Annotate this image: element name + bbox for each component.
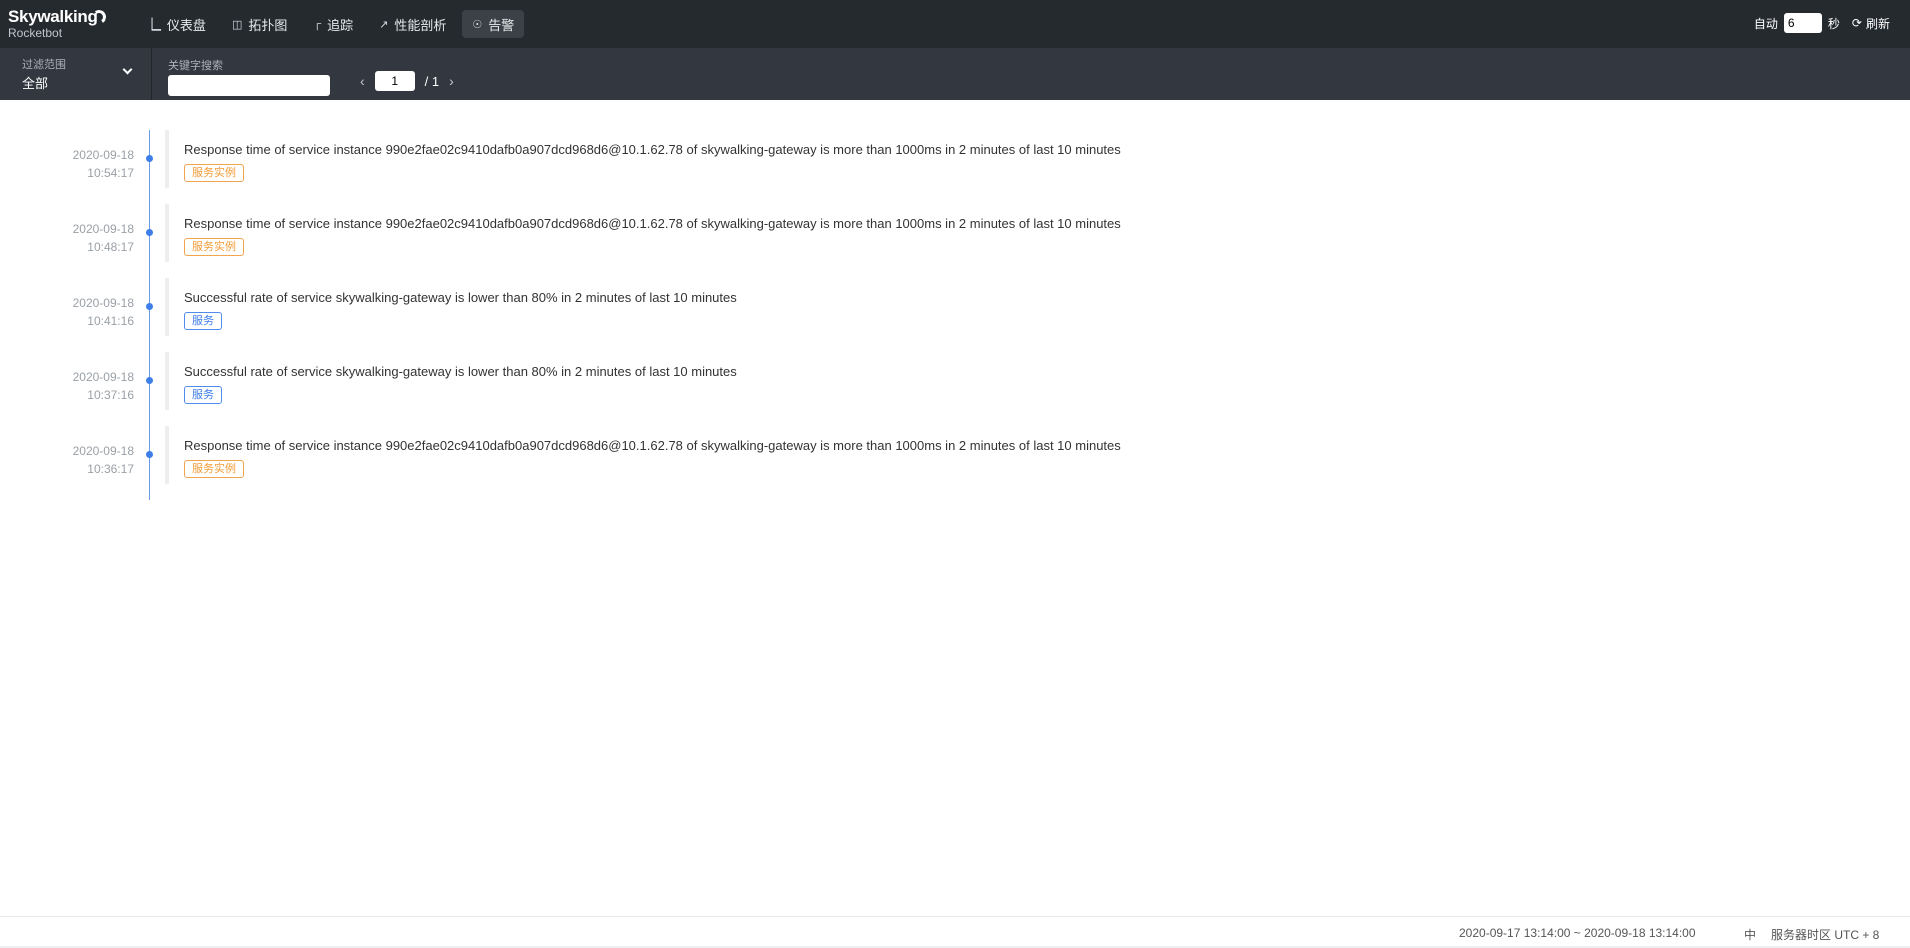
nav-item-label: 追踪 [327,17,354,33]
nav-item-alarm[interactable]: ☉ 告警 [462,10,525,38]
keyword-search-input[interactable] [168,75,330,96]
alarm-timestamp: 2020-09-18 10:41:16 [44,294,134,330]
timeline-dot [146,451,153,458]
scope-value: 全部 [22,76,49,91]
alarm-message: Successful rate of service skywalking-ga… [184,364,737,379]
alarm-message: Successful rate of service skywalking-ga… [184,290,737,305]
alarm-item[interactable]: 2020-09-18 10:37:16 Successful rate of s… [0,352,1910,412]
alarm-side-bar [165,130,169,188]
alarm-timestamp: 2020-09-18 10:37:16 [44,368,134,404]
alarm-side-bar [165,352,169,410]
alarm-date: 2020-09-18 [72,148,134,162]
alarm-date: 2020-09-18 [72,444,134,458]
pagination: ‹ / 1 › [360,71,454,91]
nav-item-dashboard[interactable]: ▕▁ 仪表盘 [134,10,216,38]
topology-icon: ◫ [231,18,243,31]
alarm-side-bar [165,426,169,484]
timeline-dot [146,229,153,236]
alarm-side-bar [165,278,169,336]
alarm-scope-tag: 服务 [184,312,222,330]
alarm-item[interactable]: 2020-09-18 10:48:17 Response time of ser… [0,204,1910,264]
top-navigation-bar: Skywalking Rocketbot ▕▁ 仪表盘 ◫ 拓扑图 ┌ 追踪 ↗… [0,0,1910,48]
footer: 2020-09-17 13:14:00 ~ 2020-09-18 13:14:0… [0,916,1910,948]
nav-item-label: 拓扑图 [248,17,288,33]
alarm-timestamp: 2020-09-18 10:54:17 [44,146,134,182]
nav-item-trace[interactable]: ┌ 追踪 [303,10,363,38]
refresh-button[interactable]: ⟳ 刷新 [1852,15,1890,32]
timeline-dot [146,155,153,162]
chevron-left-icon[interactable]: ‹ [360,73,365,89]
nav-item-label: 性能剖析 [394,17,447,33]
logo-brand: Skywalking [8,7,98,26]
alarm-side-bar [165,204,169,262]
nav-item-label: 仪表盘 [166,17,206,33]
logo-subtitle: Rocketbot [8,26,63,40]
language-toggle[interactable]: 中 [1744,926,1756,943]
filter-bar: 过滤范围 全部 关键字搜索 [0,48,1910,100]
nav-item-profile[interactable]: ↗ 性能剖析 [369,10,456,38]
chevron-right-icon[interactable]: › [449,73,454,89]
logo[interactable]: Skywalking Rocketbot [8,7,108,40]
alarm-scope-tag: 服务实例 [184,164,244,182]
alarm-item[interactable]: 2020-09-18 10:54:17 Response time of ser… [0,130,1910,190]
auto-refresh-label[interactable]: 自动 [1754,15,1778,32]
alarm-timestamp: 2020-09-18 10:48:17 [44,220,134,256]
profile-icon: ↗ [379,18,389,31]
refresh-label: 刷新 [1865,16,1890,31]
refresh-interval-unit: 秒 [1827,16,1840,31]
alarm-scope-tag: 服务实例 [184,238,244,256]
alarm-item[interactable]: 2020-09-18 10:36:17 Response time of ser… [0,426,1910,486]
alarm-icon: ☉ [472,18,483,31]
refresh-icon: ⟳ [1851,16,1862,30]
alarm-time: 10:48:17 [87,240,134,254]
alarm-time: 10:54:17 [87,166,134,180]
alarm-time: 10:41:16 [87,314,134,328]
alarm-timestamp: 2020-09-18 10:36:17 [44,442,134,478]
page-total: / 1 [424,73,440,89]
auto-refresh: 自动 秒 ⟳ 刷新 [1754,13,1890,33]
scope-select[interactable]: 过滤范围 全部 [0,48,152,100]
main-nav: ▕▁ 仪表盘 ◫ 拓扑图 ┌ 追踪 ↗ 性能剖析 ☉ 告警 [134,10,525,38]
nav-item-topology[interactable]: ◫ 拓扑图 [222,10,297,38]
nav-item-label: 告警 [488,17,515,33]
refresh-interval-input[interactable] [1783,13,1822,33]
timeline-dot [146,377,153,384]
alarm-scope-tag: 服务 [184,386,222,404]
dashboard-icon: ▕▁ [144,18,161,31]
server-timezone: 服务器时区 UTC + 8 [1771,928,1880,942]
alarm-item[interactable]: 2020-09-18 10:41:16 Successful rate of s… [0,278,1910,338]
alarm-message: Response time of service instance 990e2f… [184,438,1121,453]
time-range[interactable]: 2020-09-17 13:14:00 ~ 2020-09-18 13:14:0… [1459,926,1696,940]
keyword-search-label: 关键字搜索 [168,60,223,72]
keyword-search: 关键字搜索 [168,57,330,96]
timeline-dot [146,303,153,310]
alarm-date: 2020-09-18 [72,222,134,236]
alarm-scope-tag: 服务实例 [184,460,244,478]
alarm-time: 10:36:17 [87,462,134,476]
alarm-message: Response time of service instance 990e2f… [184,216,1121,231]
page-number-input[interactable] [374,71,415,91]
alarm-date: 2020-09-18 [72,370,134,384]
alarm-message: Response time of service instance 990e2f… [184,142,1121,157]
trace-icon: ┌ [313,18,322,30]
alarm-date: 2020-09-18 [72,296,134,310]
alarm-time: 10:37:16 [87,388,134,402]
